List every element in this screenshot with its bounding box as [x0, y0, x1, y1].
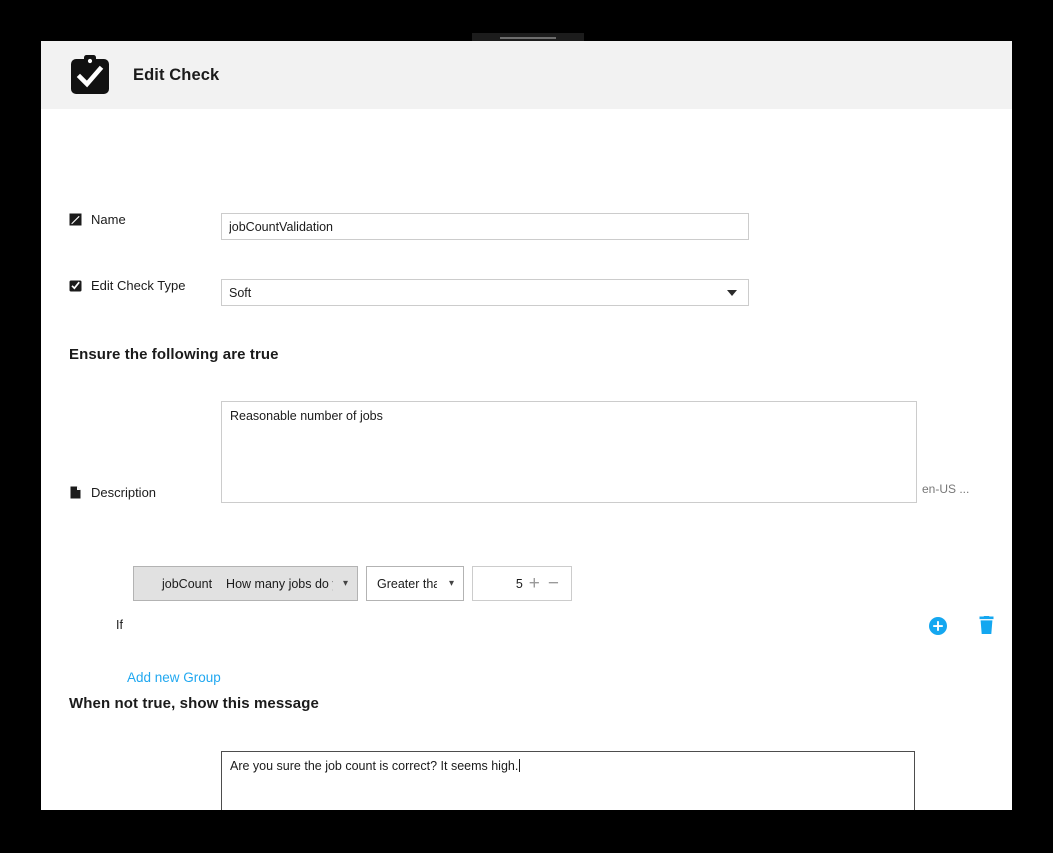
drag-handle-line	[500, 37, 556, 39]
trash-icon[interactable]	[978, 616, 995, 635]
description-label-text: Description	[91, 485, 157, 500]
name-input[interactable]	[221, 213, 749, 240]
description-label: Description	[69, 485, 156, 500]
page-title: Edit Check	[133, 65, 220, 84]
text-cursor	[519, 759, 521, 772]
description-value: Reasonable number of jobs	[230, 409, 383, 423]
add-new-group-link[interactable]: Add new Group	[127, 670, 221, 685]
edit-check-type-select[interactable]: Soft	[221, 279, 749, 306]
condition-operator-value: Greater than	[377, 576, 437, 591]
checkbox-checked-icon	[69, 279, 82, 292]
section-heading-ensure-true: Ensure the following are true	[69, 346, 279, 363]
condition-field-select[interactable]: jobCount How many jobs do you ▾	[133, 566, 358, 601]
chevron-down-icon: ▾	[448, 577, 454, 589]
edit-check-type-label-text: Edit Check Type	[91, 278, 186, 293]
statement-text-textarea[interactable]: Are you sure the job count is correct? I…	[221, 751, 915, 810]
condition-operator-select[interactable]: Greater than ▾	[366, 566, 464, 601]
edit-check-type-label-group: Edit Check Type	[69, 278, 185, 293]
dialog-header: Edit Check	[41, 41, 1012, 109]
chevron-down-icon: ▾	[342, 577, 348, 589]
description-label-group: Description	[69, 485, 156, 500]
section-heading-when-not-true: When not true, show this message	[69, 695, 319, 712]
stepper-decrement-button[interactable]: −	[544, 574, 563, 593]
description-locale-label[interactable]: en-US ...	[922, 482, 969, 496]
clipboard-check-icon	[69, 54, 111, 96]
condition-field-code: jobCount	[162, 576, 213, 591]
stepper-controls: + −	[525, 574, 563, 593]
condition-field-prompt: How many jobs do you	[226, 576, 333, 591]
pencil-edit-icon	[69, 213, 82, 226]
condition-value: 5	[515, 576, 523, 591]
document-icon	[69, 486, 82, 499]
chevron-down-icon	[727, 289, 737, 296]
edit-check-type-value: Soft	[229, 285, 252, 300]
name-label: Name	[69, 212, 126, 227]
plus-circle-icon[interactable]	[929, 617, 947, 635]
screen: Edit Check Name jobCountValidation Edit …	[0, 0, 1053, 853]
description-textarea[interactable]: Reasonable number of jobs	[221, 401, 917, 503]
condition-field-pill: jobCount How many jobs do you	[134, 577, 357, 591]
stepper-increment-button[interactable]: +	[525, 574, 544, 593]
condition-if-label: If	[116, 618, 123, 632]
name-field-label-group: Name	[69, 212, 126, 227]
edit-check-dialog: Edit Check Name jobCountValidation Edit …	[41, 41, 1012, 810]
statement-text-value: Are you sure the job count is correct? I…	[230, 759, 519, 773]
condition-value-stepper[interactable]: 5 + −	[472, 566, 572, 601]
edit-check-type-label: Edit Check Type	[69, 278, 185, 293]
dialog-body: Name Edit Check Type Soft	[41, 109, 1012, 810]
name-label-text: Name	[91, 212, 126, 227]
